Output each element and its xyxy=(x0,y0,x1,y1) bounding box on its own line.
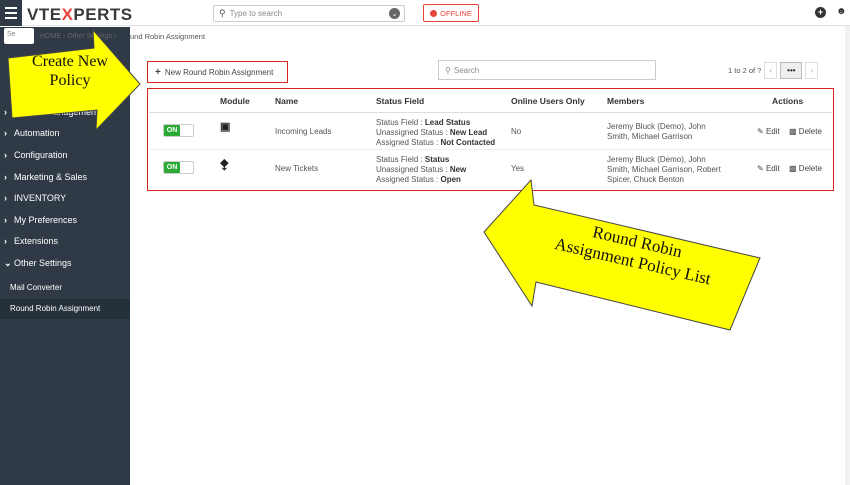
chevron-right-icon: › xyxy=(4,172,7,182)
header-name: Name xyxy=(275,96,299,106)
header-online-users-only: Online Users Only xyxy=(511,96,585,106)
sidebar-item-inventory[interactable]: › INVENTORY xyxy=(0,188,130,208)
chevron-right-icon: › xyxy=(4,128,7,138)
status-toggle[interactable]: ON xyxy=(163,124,194,137)
plus-icon: + xyxy=(155,66,161,78)
chevron-right-icon: › xyxy=(4,215,7,225)
breadcrumb[interactable]: HOME › Other Settings › xyxy=(40,27,116,47)
trash-icon: ▩ xyxy=(789,164,797,173)
search-icon: ⚲ xyxy=(219,8,226,18)
status-toggle[interactable]: ON xyxy=(163,161,194,174)
search-icon: ⚲ xyxy=(445,65,451,75)
policy-name[interactable]: Incoming Leads xyxy=(275,127,331,137)
sidebar-item-other-settings[interactable]: ⌄ Other Settings xyxy=(0,253,130,273)
pagination: 1 to 2 of ? ‹ ••• › xyxy=(728,60,819,80)
sidebar-subitem-round-robin-assignment[interactable]: Round Robin Assignment xyxy=(0,299,130,319)
delete-button[interactable]: ▩ Delete xyxy=(789,127,822,136)
row-divider xyxy=(149,149,832,150)
edit-button[interactable]: ✎ Edit xyxy=(757,127,780,136)
scrollbar[interactable] xyxy=(845,26,850,485)
sidebar-item-module-management[interactable]: › Module Management xyxy=(0,102,130,122)
sidebar-subitem-mail-converter[interactable]: Mail Converter xyxy=(0,278,130,298)
delete-button[interactable]: ▩ Delete xyxy=(789,164,822,173)
policy-list-callout: Round Robin Assignment Policy List xyxy=(552,222,713,289)
header-status-field: Status Field xyxy=(376,96,425,106)
edit-button[interactable]: ✎ Edit xyxy=(757,164,780,173)
policy-name[interactable]: New Tickets xyxy=(275,164,318,174)
chevron-down-icon: ⌄ xyxy=(4,258,12,268)
chevron-down-icon[interactable]: ⌄ xyxy=(389,8,400,19)
chevron-right-icon: › xyxy=(4,236,7,246)
global-search-input[interactable]: ⚲ Type to search ⌄ xyxy=(213,5,405,22)
next-page-button[interactable]: › xyxy=(805,61,819,79)
sidebar-item-automation[interactable]: › Automation xyxy=(0,123,130,143)
status-field-cell: Status Field : Lead Status Unassigned St… xyxy=(376,118,496,147)
logo: VTEXPERTS xyxy=(27,5,133,24)
header-actions: Actions xyxy=(772,96,804,106)
online-users-value: Yes xyxy=(511,164,525,173)
trash-icon: ▩ xyxy=(789,127,797,136)
sidebar-item-extensions[interactable]: › Extensions xyxy=(0,231,130,251)
quick-create-icon[interactable]: + xyxy=(815,7,826,18)
more-options-button[interactable]: ••• xyxy=(780,61,803,79)
new-round-robin-button[interactable]: + New Round Robin Assignment xyxy=(147,61,288,83)
sidebar-item-my-preferences[interactable]: › My Preferences xyxy=(0,210,130,230)
chevron-right-icon: › xyxy=(4,150,7,160)
sidebar-search-input[interactable]: Se xyxy=(4,28,34,44)
members-cell: Jeremy Bluck (Demo), John Smith, Michael… xyxy=(607,155,721,184)
create-policy-callout: Create New Policy xyxy=(32,53,108,89)
top-bar: VTEXPERTS ⚲ Type to search ⌄ OFFLINE + ☻ xyxy=(0,0,850,26)
ticket-icon: ⧪ xyxy=(220,158,229,170)
list-search-input[interactable]: ⚲ Search xyxy=(438,60,656,80)
status-field-cell: Status Field : Status Unassigned Status … xyxy=(376,155,467,184)
header-divider xyxy=(149,112,832,113)
header-members: Members xyxy=(607,96,645,106)
pencil-icon: ✎ xyxy=(757,127,764,136)
breadcrumb-current: und Robin Assignment xyxy=(130,32,206,41)
previous-page-button[interactable]: ‹ xyxy=(764,61,778,79)
offline-status-icon xyxy=(430,9,438,17)
header-module: Module xyxy=(220,96,250,106)
menu-icon[interactable] xyxy=(0,0,22,26)
offline-button[interactable]: OFFLINE xyxy=(423,4,479,22)
pencil-icon: ✎ xyxy=(757,164,764,173)
sidebar-item-configuration[interactable]: › Configuration xyxy=(0,145,130,165)
members-cell: Jeremy Bluck (Demo), John Smith, Michael… xyxy=(607,122,706,141)
contact-card-icon: ▣ xyxy=(220,121,231,133)
user-icon[interactable]: ☻ xyxy=(836,6,847,17)
sidebar-item-marketing-sales[interactable]: › Marketing & Sales xyxy=(0,167,130,187)
chevron-right-icon: › xyxy=(4,193,7,203)
online-users-value: No xyxy=(511,127,522,136)
chevron-right-icon: › xyxy=(4,107,7,117)
